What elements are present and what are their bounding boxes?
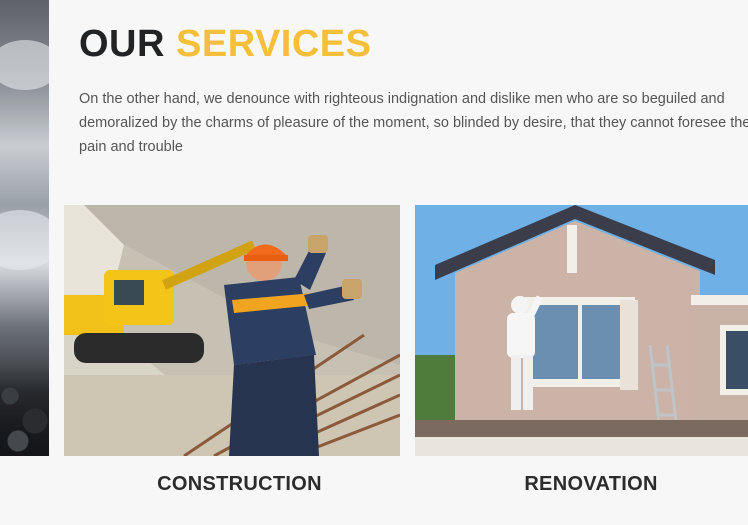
- section-title: OUR SERVICES: [79, 22, 372, 66]
- renovation-illustration: [415, 205, 748, 456]
- construction-illustration: [64, 205, 400, 456]
- rocks-shape: [0, 366, 49, 456]
- section-title-part1: OUR: [79, 23, 165, 65]
- construction-image[interactable]: [64, 205, 400, 456]
- background-photo-strip: [0, 0, 49, 456]
- section-intro-text: On the other hand, we denounce with righ…: [79, 91, 748, 155]
- cloud-shape: [0, 210, 49, 270]
- cloud-shape: [0, 40, 49, 90]
- service-title-construction[interactable]: CONSTRUCTION: [64, 473, 415, 496]
- service-title-renovation[interactable]: RENOVATION: [415, 473, 748, 496]
- section-title-part2: SERVICES: [176, 23, 372, 65]
- renovation-image[interactable]: [415, 205, 748, 456]
